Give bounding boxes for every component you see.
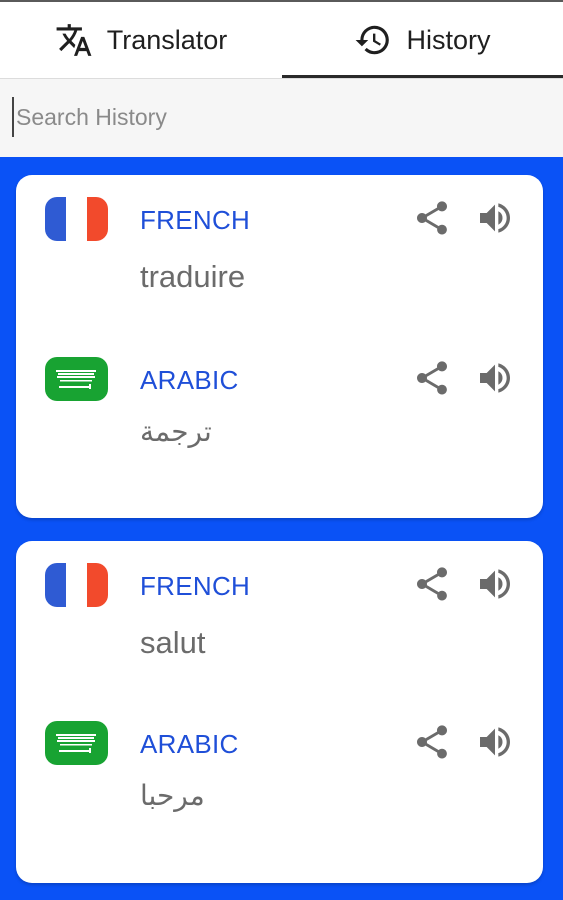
source-entry: FRENCH traduire	[16, 193, 543, 343]
speaker-icon[interactable]	[472, 561, 518, 607]
tab-history[interactable]: History	[282, 2, 563, 78]
share-icon[interactable]	[409, 195, 455, 241]
search-bar	[0, 78, 563, 157]
target-language-label: ARABIC	[140, 365, 239, 395]
history-icon	[356, 25, 390, 55]
speaker-icon[interactable]	[472, 719, 518, 765]
target-entry: ARABIC مرحبا	[16, 717, 543, 867]
france-flag-icon	[45, 563, 108, 607]
share-icon[interactable]	[409, 355, 455, 401]
source-language-label: FRENCH	[140, 205, 251, 235]
search-history-input[interactable]	[12, 97, 536, 137]
speaker-icon[interactable]	[472, 195, 518, 241]
share-icon[interactable]	[409, 719, 455, 765]
speaker-icon[interactable]	[472, 355, 518, 401]
source-text: traduire	[140, 259, 246, 294]
france-flag-icon	[45, 197, 108, 241]
target-text: مرحبا	[140, 779, 205, 812]
history-card[interactable]: FRENCH salut ARABIC مرحبا	[16, 541, 543, 883]
source-language-label: FRENCH	[140, 571, 251, 601]
saudi-arabia-flag-icon	[45, 721, 108, 765]
source-entry: FRENCH salut	[16, 559, 543, 709]
tab-history-label: History	[406, 24, 491, 55]
tab-bar: Translator History	[0, 0, 563, 78]
translate-icon	[56, 24, 92, 56]
tab-translator-label: Translator	[106, 24, 228, 55]
source-text: salut	[140, 625, 206, 660]
saudi-arabia-flag-icon	[45, 357, 108, 401]
tab-translator[interactable]: Translator	[0, 2, 282, 78]
target-language-label: ARABIC	[140, 729, 239, 759]
history-card[interactable]: FRENCH traduire ARABIC ترجمة	[16, 175, 543, 518]
target-entry: ARABIC ترجمة	[16, 353, 543, 503]
target-text: ترجمة	[140, 415, 212, 448]
share-icon[interactable]	[409, 561, 455, 607]
